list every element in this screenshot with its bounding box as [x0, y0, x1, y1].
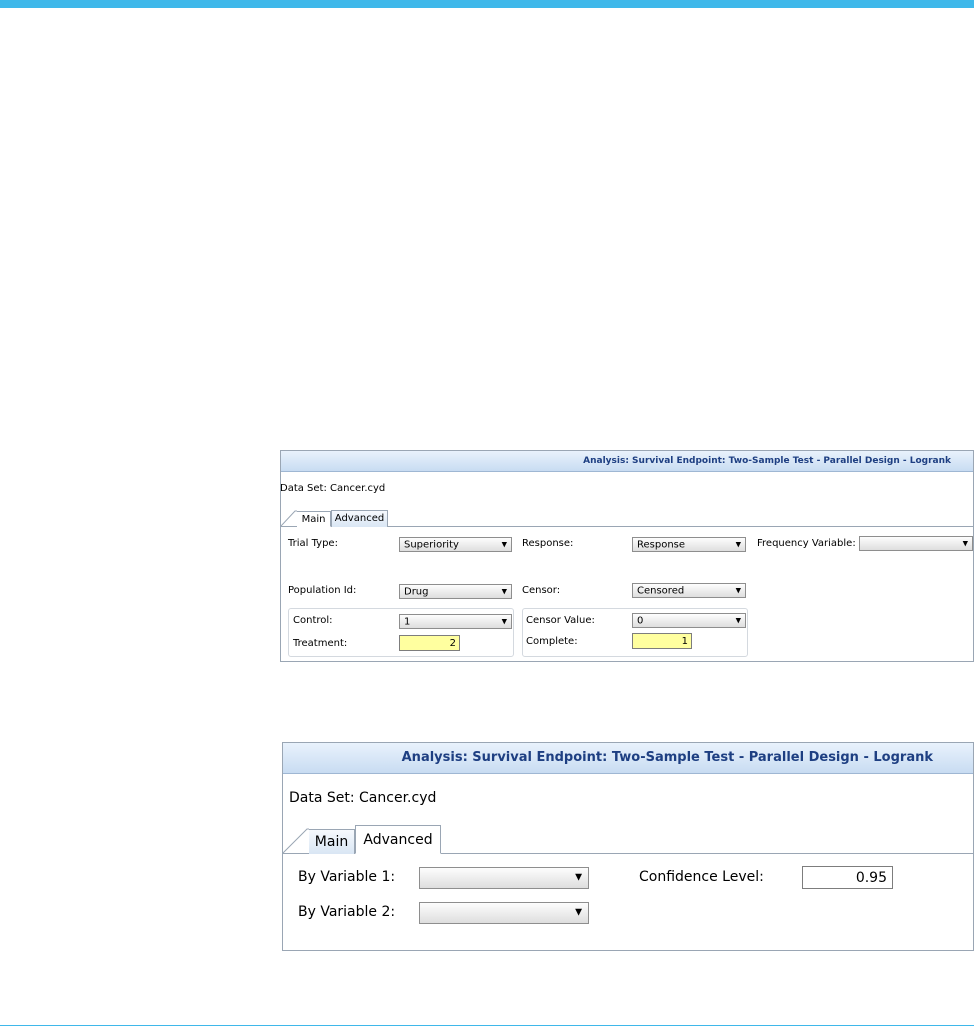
response-value: Response — [637, 539, 686, 550]
chevron-down-icon: ▼ — [575, 907, 582, 918]
censor-label: Censor: — [522, 585, 561, 596]
control-dropdown[interactable]: 1 ▼ — [399, 614, 512, 629]
tab-strip: Main Advanced — [281, 507, 973, 527]
control-value: 1 — [404, 616, 411, 627]
population-id-dropdown[interactable]: Drug ▼ — [399, 584, 512, 599]
censor-value-dropdown[interactable]: 0 ▼ — [632, 613, 746, 628]
tab-strip: Main Advanced — [283, 823, 973, 854]
population-id-label: Population Id: — [288, 585, 357, 596]
complete-label: Complete: — [526, 636, 578, 647]
trial-type-dropdown[interactable]: Superiority ▼ — [399, 537, 512, 552]
tab-main[interactable]: Main — [297, 511, 331, 527]
by-variable-2-dropdown[interactable]: ▼ — [419, 902, 589, 924]
chevron-down-icon: ▼ — [501, 617, 507, 625]
chevron-down-icon: ▼ — [575, 872, 582, 883]
treatment-input[interactable] — [399, 635, 460, 651]
dialog-title: Analysis: Survival Endpoint: Two-Sample … — [283, 743, 973, 774]
tab-main[interactable]: Main — [309, 829, 355, 854]
advanced-tab-dialog: Analysis: Survival Endpoint: Two-Sample … — [282, 742, 974, 951]
population-id-value: Drug — [404, 586, 429, 597]
by-variable-1-dropdown[interactable]: ▼ — [419, 867, 589, 889]
trial-type-label: Trial Type: — [288, 538, 338, 549]
response-label: Response: — [522, 538, 574, 549]
tab-slant-decoration — [283, 828, 309, 853]
dataset-label: Data Set: Cancer.cyd — [280, 483, 386, 494]
chevron-down-icon: ▼ — [735, 540, 741, 548]
bottom-divider — [0, 1025, 974, 1026]
chevron-down-icon: ▼ — [501, 587, 507, 595]
tab-advanced[interactable]: Advanced — [355, 825, 441, 854]
confidence-level-input[interactable] — [802, 866, 893, 889]
complete-input[interactable] — [632, 633, 692, 649]
chevron-down-icon: ▼ — [735, 586, 741, 594]
by-variable-2-label: By Variable 2: — [298, 904, 396, 920]
response-dropdown[interactable]: Response ▼ — [632, 537, 746, 552]
main-tab-dialog: Analysis: Survival Endpoint: Two-Sample … — [280, 450, 974, 662]
control-label: Control: — [293, 615, 333, 626]
censor-value-label: Censor Value: — [526, 615, 595, 626]
dialog-title: Analysis: Survival Endpoint: Two-Sample … — [281, 451, 973, 472]
frequency-variable-dropdown[interactable]: ▼ — [859, 536, 973, 551]
censor-dropdown[interactable]: Censored ▼ — [632, 583, 746, 598]
chevron-down-icon: ▼ — [501, 540, 507, 548]
chevron-down-icon: ▼ — [962, 539, 968, 547]
confidence-level-label: Confidence Level: — [639, 869, 764, 885]
chevron-down-icon: ▼ — [735, 616, 741, 624]
treatment-label: Treatment: — [293, 638, 348, 649]
by-variable-1-label: By Variable 1: — [298, 869, 396, 885]
tab-slant-decoration — [281, 510, 297, 526]
tab-advanced[interactable]: Advanced — [331, 510, 388, 527]
censor-value: Censored — [637, 585, 685, 596]
censor-value-value: 0 — [637, 615, 644, 626]
top-accent-bar — [0, 0, 974, 8]
trial-type-value: Superiority — [404, 539, 459, 550]
frequency-variable-label: Frequency Variable: — [757, 538, 856, 549]
dataset-label: Data Set: Cancer.cyd — [289, 790, 437, 806]
